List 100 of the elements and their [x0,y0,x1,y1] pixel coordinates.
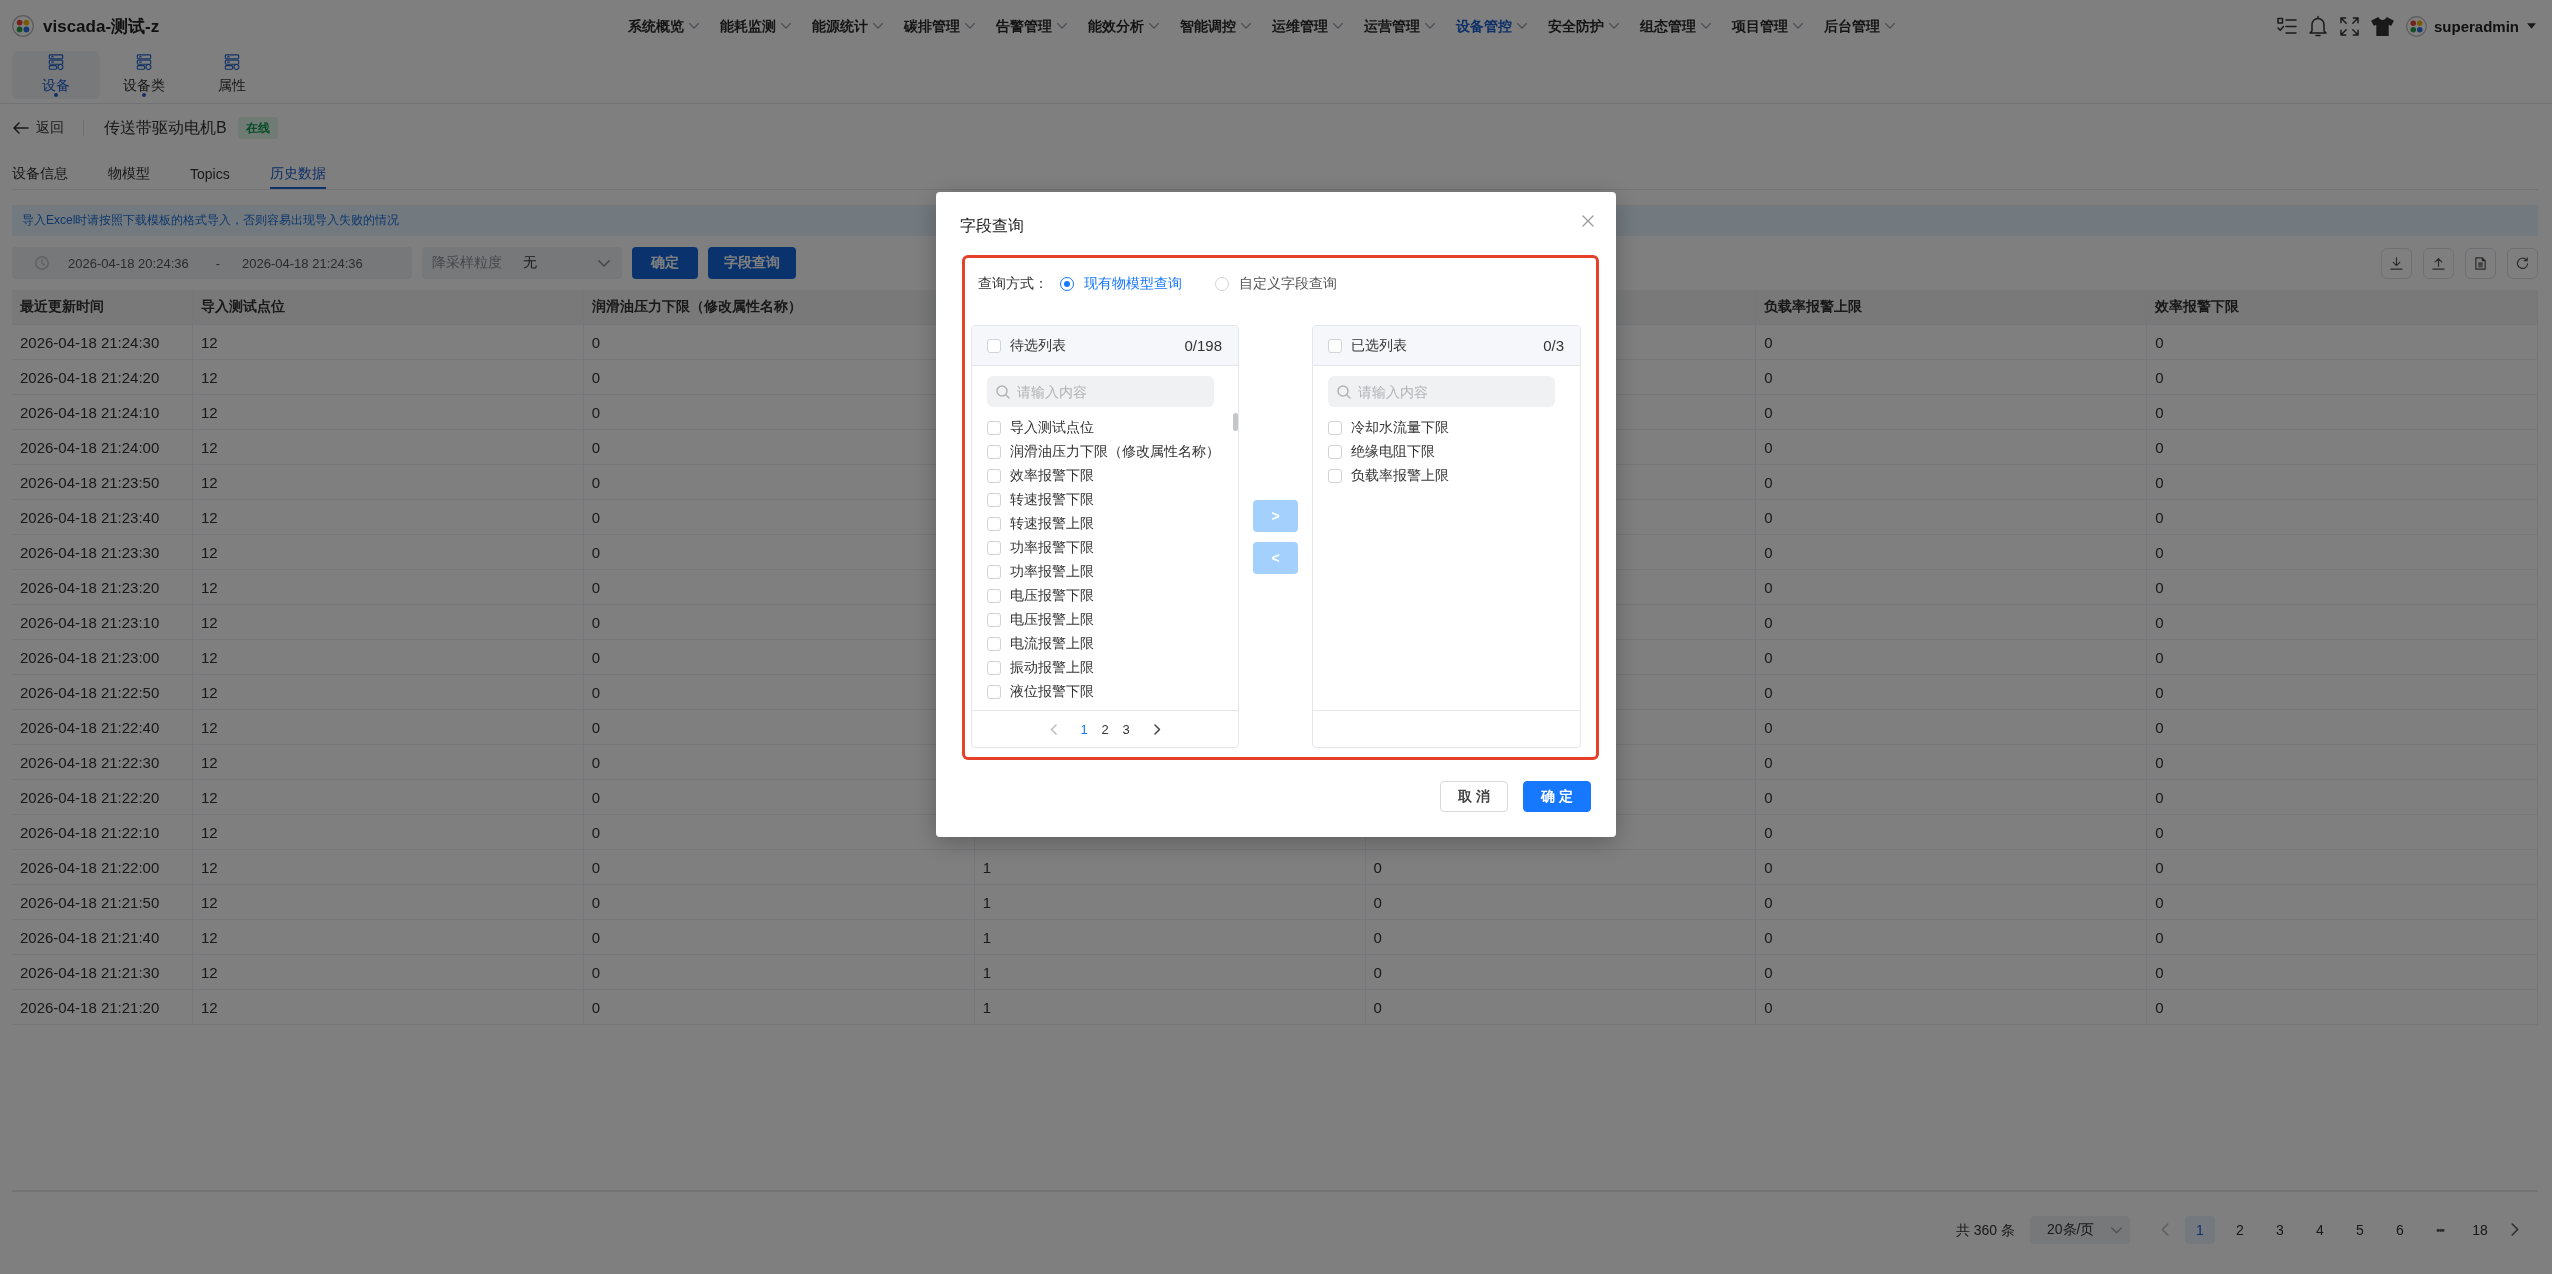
field-option[interactable]: 功率报警下限 [1010,539,1094,557]
field-option[interactable]: 润滑油压力下限（修改属性名称） [1010,443,1220,461]
checkbox[interactable] [987,421,1001,435]
checkbox[interactable] [1328,445,1342,459]
fullscreen-icon[interactable] [2339,16,2359,36]
table-cell: 0 [2147,605,2538,640]
chevron-down-icon [873,23,883,29]
checklist-icon[interactable] [2276,17,2297,35]
page-button[interactable]: 3 [1115,718,1137,740]
table-cell: 0 [2147,395,2538,430]
subnav-tab[interactable]: 设备 [12,51,100,99]
table-cell: 0 [1756,780,2148,815]
checkbox[interactable] [1328,469,1342,483]
tab[interactable]: 设备信息 [12,160,68,189]
nav-menu-item[interactable]: 设备管控 [1456,16,1527,36]
nav-menu-item[interactable]: 安全防护 [1548,16,1619,36]
scrollbar-thumb[interactable] [1233,413,1238,431]
nav-menu-item[interactable]: 组态管理 [1640,16,1711,36]
field-option[interactable]: 转速报警下限 [1010,491,1094,509]
back-button[interactable]: 返回 [12,119,64,137]
checkbox[interactable] [1328,421,1342,435]
nav-menu-item[interactable]: 系统概览 [628,16,699,36]
nav-menu-item[interactable]: 智能调控 [1180,16,1251,36]
select-all-checkbox[interactable] [1328,338,1342,353]
upload-button[interactable] [2423,247,2454,279]
tab[interactable]: Topics [190,160,230,189]
refresh-button[interactable] [2507,247,2538,279]
radio-button[interactable] [1060,277,1074,291]
cancel-button[interactable]: 取 消 [1440,781,1508,812]
nav-menu-item[interactable]: 能源统计 [812,16,883,36]
bell-icon[interactable] [2307,15,2328,37]
field-option[interactable]: 导入测试点位 [1010,419,1094,437]
page-button[interactable]: 2 [1094,718,1116,740]
download-button[interactable] [2381,247,2412,279]
search-field[interactable]: 请输入内容 [1328,376,1555,407]
page-button[interactable]: 1 [1073,718,1095,740]
search-field[interactable]: 请输入内容 [987,376,1214,407]
checkbox[interactable] [987,493,1001,507]
page-button[interactable]: 4 [2305,1216,2335,1244]
checkbox[interactable] [987,661,1001,675]
nav-menu-item[interactable]: 运营管理 [1364,16,1435,36]
field-option[interactable]: 液位报警下限 [1010,683,1094,701]
page-button[interactable]: 3 [2265,1216,2295,1244]
page-button[interactable]: 1 [2185,1216,2215,1244]
field-option[interactable]: 绝缘电阻下限 [1351,443,1435,461]
checkbox[interactable] [987,589,1001,603]
checkbox[interactable] [987,685,1001,699]
nav-menu-item[interactable]: 能耗监测 [720,16,791,36]
field-option[interactable]: 转速报警上限 [1010,515,1094,533]
checkbox[interactable] [987,445,1001,459]
avatar-icon[interactable] [2405,15,2427,37]
field-option[interactable]: 电压报警下限 [1010,587,1094,605]
radio-label[interactable]: 现有物模型查询 [1084,275,1182,293]
subnav-tab[interactable]: 设备类 [100,51,188,99]
page-button[interactable]: 18 [2465,1216,2495,1244]
tab[interactable]: 历史数据 [269,160,326,189]
start-date[interactable]: 2026-04-18 20:24:36 [68,255,189,271]
chevron-right-icon[interactable] [1153,723,1161,735]
nav-menu-item[interactable]: 后台管理 [1824,16,1895,36]
column-header: 导入测试点位 [193,290,584,325]
page-button[interactable]: 2 [2225,1216,2255,1244]
page-button[interactable]: 6 [2385,1216,2415,1244]
page-size-select[interactable]: 20条/页 [2030,1216,2130,1244]
more-pages-button[interactable]: ••• [2425,1216,2455,1244]
checkbox[interactable] [987,541,1001,555]
table-cell: 0 [1756,920,2148,955]
checkbox[interactable] [987,565,1001,579]
checkbox[interactable] [987,613,1001,627]
end-date[interactable]: 2026-04-18 21:24:36 [242,255,363,271]
export-button[interactable] [2465,247,2496,279]
table-cell: 1 [974,920,1366,955]
primary-button[interactable]: 字段查询 [708,247,796,279]
field-option[interactable]: 电压报警上限 [1010,611,1094,629]
close-icon[interactable] [1582,215,1594,227]
field-option[interactable]: 冷却水流量下限 [1351,419,1449,437]
confirm-button[interactable]: 确 定 [1523,781,1591,812]
field-option[interactable]: 电流报警上限 [1010,635,1094,653]
field-option[interactable]: 效率报警下限 [1010,467,1094,485]
table-cell: 0 [2147,500,2538,535]
tab[interactable]: 物模型 [108,160,150,189]
radio-label[interactable]: 自定义字段查询 [1239,275,1337,293]
checkbox[interactable] [987,469,1001,483]
primary-button[interactable]: 确定 [632,247,698,279]
field-option[interactable]: 振动报警上限 [1010,659,1094,677]
nav-menu-item[interactable]: 碳排管理 [904,16,975,36]
date-range-picker[interactable]: 2026-04-18 20:24:36 - 2026-04-18 21:24:36 [12,247,412,279]
nav-menu-item[interactable]: 项目管理 [1732,16,1803,36]
caret-down-icon[interactable] [2527,23,2536,29]
subnav-tab[interactable]: 属性 [188,51,276,99]
checkbox[interactable] [987,517,1001,531]
select-all-checkbox[interactable] [987,338,1001,353]
page-button[interactable]: 5 [2345,1216,2375,1244]
checkbox[interactable] [987,637,1001,651]
shirt-icon[interactable] [2369,15,2395,37]
nav-menu-item[interactable]: 告警管理 [996,16,1067,36]
username[interactable]: superadmin [2433,17,2519,35]
field-option[interactable]: 功率报警上限 [1010,563,1094,581]
nav-menu-item[interactable]: 运维管理 [1272,16,1343,36]
field-option[interactable]: 负载率报警上限 [1351,467,1449,485]
nav-menu-item[interactable]: 能效分析 [1088,16,1159,36]
